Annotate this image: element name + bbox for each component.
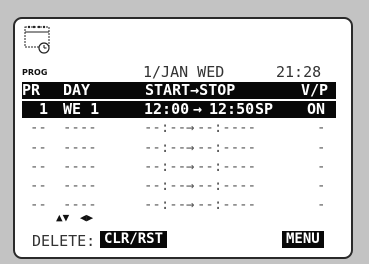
menu-button[interactable]: MENU	[282, 231, 324, 248]
program-stop: 12:50	[209, 100, 255, 118]
program-number: 1	[39, 100, 49, 118]
program-start: --:--	[144, 140, 187, 156]
program-vp: -	[317, 140, 326, 156]
arrow-icon: →	[186, 178, 195, 194]
program-vp: ON	[307, 100, 326, 118]
program-day: ----	[63, 178, 97, 194]
current-date: 1/JAN WED	[143, 63, 225, 81]
up-down-arrow-icon: ▲▼	[56, 211, 70, 224]
program-vp: -	[317, 197, 326, 213]
column-pr: PR	[22, 81, 41, 99]
program-row-selected[interactable]: 1 WE 1 12:00 → 12:50 SP ON	[22, 101, 336, 118]
program-number: --	[30, 120, 47, 136]
current-time: 21:28	[276, 63, 322, 81]
left-right-arrow-icon: ◀▶	[79, 211, 94, 224]
program-stop: --:----	[197, 140, 257, 156]
program-stop: --:----	[197, 197, 257, 213]
program-number: --	[30, 140, 47, 156]
program-row[interactable]: -- ---- --:-- → --:---- -	[22, 140, 336, 156]
program-number: --	[30, 197, 47, 213]
program-stop: --:----	[197, 120, 257, 136]
prog-icon-label: PROG	[22, 68, 48, 77]
program-day: ----	[63, 120, 97, 136]
program-vp: -	[317, 120, 326, 136]
program-start: --:--	[144, 197, 187, 213]
program-start: 12:00	[144, 100, 190, 118]
program-day: ----	[63, 140, 97, 156]
column-start-stop: START→STOP	[145, 81, 236, 99]
program-stop: --:----	[197, 178, 257, 194]
navigation-arrows: ▲▼ ◀▶	[56, 211, 93, 224]
program-number: --	[30, 178, 47, 194]
clr-rst-button[interactable]: CLR/RST	[100, 231, 168, 248]
timer-program-icon	[24, 25, 50, 54]
arrow-icon: →	[186, 140, 195, 156]
program-start: --:--	[144, 120, 187, 136]
column-day: DAY	[63, 81, 91, 99]
program-vp: -	[317, 178, 326, 194]
program-row[interactable]: -- ---- --:-- → --:---- -	[22, 120, 336, 136]
program-stop: --:----	[197, 159, 257, 175]
program-vp: -	[317, 159, 326, 175]
column-vp: V/P	[301, 81, 329, 99]
program-day: ----	[63, 159, 97, 175]
delete-label: DELETE:	[32, 232, 96, 250]
program-start: --:--	[144, 159, 187, 175]
arrow-icon: →	[186, 197, 195, 213]
arrow-icon: →	[186, 159, 195, 175]
column-header-bar: PR DAY START→STOP V/P	[22, 82, 336, 99]
program-day: WE 1	[63, 100, 100, 118]
program-row[interactable]: -- ---- --:-- → --:---- -	[22, 178, 336, 194]
program-number: --	[30, 159, 47, 175]
arrow-icon: →	[193, 100, 203, 118]
arrow-icon: →	[186, 120, 195, 136]
program-start: --:--	[144, 178, 187, 194]
program-row[interactable]: -- ---- --:-- → --:---- -	[22, 159, 336, 175]
program-speed: SP	[255, 100, 274, 118]
